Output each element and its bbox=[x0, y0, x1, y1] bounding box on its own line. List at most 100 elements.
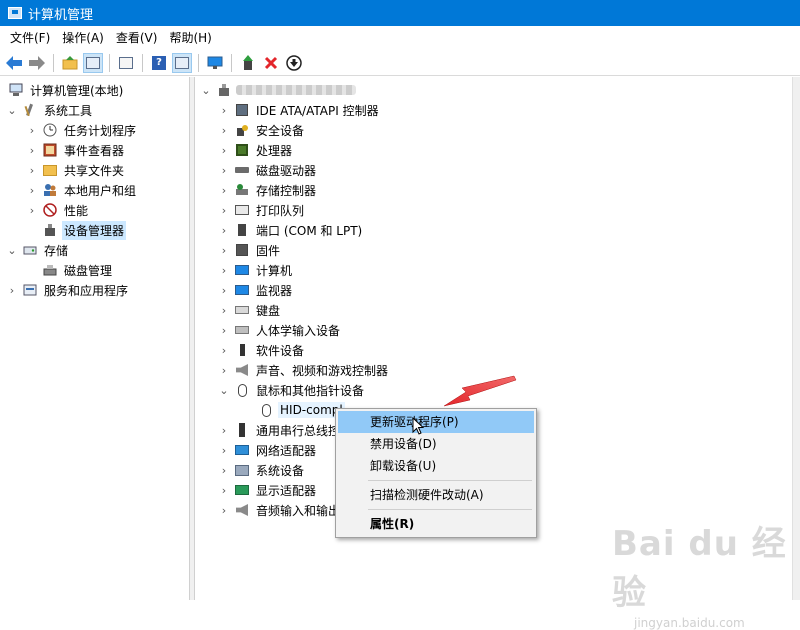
chevron-right-icon[interactable]: › bbox=[218, 284, 230, 297]
tree-item-disk-management[interactable]: 磁盘管理 bbox=[26, 260, 114, 280]
device-label: 系统设备 bbox=[256, 463, 305, 478]
device-category-print-queues[interactable]: › 打印队列 bbox=[218, 200, 306, 220]
chevron-right-icon[interactable]: › bbox=[6, 284, 18, 297]
menu-help[interactable]: 帮助(H) bbox=[163, 26, 217, 50]
chevron-right-icon[interactable]: › bbox=[218, 484, 230, 497]
tree-item-device-manager[interactable]: 设备管理器 bbox=[26, 220, 127, 240]
chevron-right-icon[interactable]: › bbox=[218, 504, 230, 517]
download-icon[interactable] bbox=[284, 53, 304, 73]
tree-label: 磁盘管理 bbox=[64, 263, 113, 278]
device-category-hid[interactable]: › 人体学输入设备 bbox=[218, 320, 342, 340]
chevron-down-icon[interactable]: ⌄ bbox=[6, 244, 18, 257]
chevron-right-icon[interactable]: › bbox=[218, 364, 230, 377]
menu-item-update-driver[interactable]: 更新驱动程序(P) bbox=[338, 411, 534, 433]
chevron-right-icon[interactable]: › bbox=[218, 204, 230, 217]
menu-item-disable-device[interactable]: 禁用设备(D) bbox=[338, 433, 534, 455]
device-category-processor[interactable]: › 处理器 bbox=[218, 140, 294, 160]
chevron-right-icon[interactable]: › bbox=[26, 124, 38, 137]
console-tree-pane[interactable]: 计算机管理(本地) ⌄ 系统工具 › 任务计划程序 › 事件查看器 › 共享文件… bbox=[0, 77, 190, 600]
chevron-down-icon[interactable]: ⌄ bbox=[200, 84, 212, 97]
chevron-right-icon[interactable]: › bbox=[218, 424, 230, 437]
tree-label: 事件查看器 bbox=[64, 143, 125, 158]
tree-label: 性能 bbox=[64, 203, 89, 218]
device-category-disk-drives[interactable]: › 磁盘驱动器 bbox=[218, 160, 318, 180]
device-category-storage-controllers[interactable]: › 存储控制器 bbox=[218, 180, 318, 200]
tree-item-services-apps[interactable]: › 服务和应用程序 bbox=[6, 280, 130, 300]
device-category-ide[interactable]: › IDE ATA/ATAPI 控制器 bbox=[218, 100, 381, 120]
storage-icon bbox=[22, 242, 38, 258]
vertical-scrollbar[interactable] bbox=[792, 77, 800, 600]
monitor-icon[interactable] bbox=[205, 53, 225, 73]
menu-file[interactable]: 文件(F) bbox=[4, 26, 56, 50]
disk-management-icon bbox=[42, 262, 58, 278]
chevron-right-icon[interactable]: › bbox=[218, 304, 230, 317]
device-category-keyboards[interactable]: › 键盘 bbox=[218, 300, 282, 320]
uninstall-icon[interactable] bbox=[261, 53, 281, 73]
chevron-right-icon[interactable]: › bbox=[218, 344, 230, 357]
chevron-right-icon[interactable]: › bbox=[26, 184, 38, 197]
up-folder-icon[interactable] bbox=[60, 53, 80, 73]
chevron-right-icon[interactable]: › bbox=[218, 464, 230, 477]
device-category-ports[interactable]: › 端口 (COM 和 LPT) bbox=[218, 220, 364, 240]
chevron-right-icon[interactable]: › bbox=[218, 144, 230, 157]
device-label: 计算机 bbox=[256, 263, 293, 278]
tree-item-local-users[interactable]: › 本地用户和组 bbox=[26, 180, 138, 200]
device-category-audio-io[interactable]: › 音频输入和输出 bbox=[218, 500, 342, 520]
device-category-firmware[interactable]: › 固件 bbox=[218, 240, 282, 260]
device-category-security[interactable]: › 安全设备 bbox=[218, 120, 306, 140]
menu-action[interactable]: 操作(A) bbox=[56, 26, 110, 50]
printer-icon bbox=[234, 202, 250, 218]
device-category-software-devices[interactable]: › 软件设备 bbox=[218, 340, 306, 360]
tree-item-event-viewer[interactable]: › 事件查看器 bbox=[26, 140, 126, 160]
device-manager-icon bbox=[42, 222, 58, 238]
device-category-sound[interactable]: › 声音、视频和游戏控制器 bbox=[218, 360, 390, 380]
menu-item-uninstall-device[interactable]: 卸载设备(U) bbox=[338, 455, 534, 477]
device-category-display[interactable]: › 显示适配器 bbox=[218, 480, 318, 500]
device-hid-compliant-mouse[interactable]: HID-compl bbox=[242, 400, 345, 420]
tree-item-storage[interactable]: ⌄ 存储 bbox=[6, 240, 70, 260]
chevron-right-icon[interactable]: › bbox=[26, 204, 38, 217]
chevron-right-icon[interactable]: › bbox=[218, 124, 230, 137]
menu-item-properties[interactable]: 属性(R) bbox=[338, 513, 534, 535]
tree-item-task-scheduler[interactable]: › 任务计划程序 bbox=[26, 120, 138, 140]
port-icon bbox=[234, 222, 250, 238]
device-category-usb[interactable]: › 通用串行总线控 bbox=[218, 420, 342, 440]
menu-view[interactable]: 查看(V) bbox=[110, 26, 164, 50]
chevron-right-icon[interactable]: › bbox=[218, 264, 230, 277]
chevron-right-icon[interactable]: › bbox=[26, 164, 38, 177]
chevron-right-icon[interactable]: › bbox=[26, 144, 38, 157]
help-icon[interactable]: ? bbox=[149, 53, 169, 73]
tree-item-root[interactable]: 计算机管理(本地) bbox=[4, 80, 125, 100]
pane-splitter[interactable] bbox=[190, 77, 195, 600]
forward-icon[interactable] bbox=[27, 53, 47, 73]
properties-icon[interactable] bbox=[116, 53, 136, 73]
chevron-right-icon[interactable]: › bbox=[218, 244, 230, 257]
chevron-right-icon[interactable]: › bbox=[218, 104, 230, 117]
tree-item-system-tools[interactable]: ⌄ 系统工具 bbox=[6, 100, 94, 120]
show-hide-tree-icon[interactable] bbox=[83, 52, 103, 73]
back-icon[interactable] bbox=[4, 53, 24, 73]
hid-icon bbox=[234, 322, 250, 338]
update-driver-icon[interactable] bbox=[238, 53, 258, 73]
chevron-right-icon[interactable]: › bbox=[218, 184, 230, 197]
menu-item-scan-hardware[interactable]: 扫描检测硬件改动(A) bbox=[338, 484, 534, 506]
window-title: 计算机管理 bbox=[28, 7, 94, 23]
chevron-right-icon[interactable]: › bbox=[218, 224, 230, 237]
device-category-computer[interactable]: › 计算机 bbox=[218, 260, 294, 280]
tree-item-shared-folders[interactable]: › 共享文件夹 bbox=[26, 160, 126, 180]
tree-item-performance[interactable]: › 性能 bbox=[26, 200, 90, 220]
device-category-mice[interactable]: ⌄ 鼠标和其他指针设备 bbox=[218, 380, 366, 400]
chevron-right-icon[interactable]: › bbox=[218, 164, 230, 177]
ide-controller-icon bbox=[234, 102, 250, 118]
device-category-system[interactable]: › 系统设备 bbox=[218, 460, 306, 480]
chevron-right-icon[interactable]: › bbox=[218, 444, 230, 457]
chevron-down-icon[interactable]: ⌄ bbox=[218, 384, 230, 397]
chevron-right-icon[interactable]: › bbox=[218, 324, 230, 337]
device-root[interactable]: ⌄ bbox=[200, 80, 356, 100]
chevron-down-icon[interactable]: ⌄ bbox=[6, 104, 18, 117]
device-category-network[interactable]: › 网络适配器 bbox=[218, 440, 318, 460]
watermark-url: jingyan.baidu.com bbox=[634, 616, 745, 630]
action-pane-icon[interactable] bbox=[172, 52, 192, 73]
computer-name-redacted bbox=[236, 85, 356, 95]
device-category-monitors[interactable]: › 监视器 bbox=[218, 280, 294, 300]
